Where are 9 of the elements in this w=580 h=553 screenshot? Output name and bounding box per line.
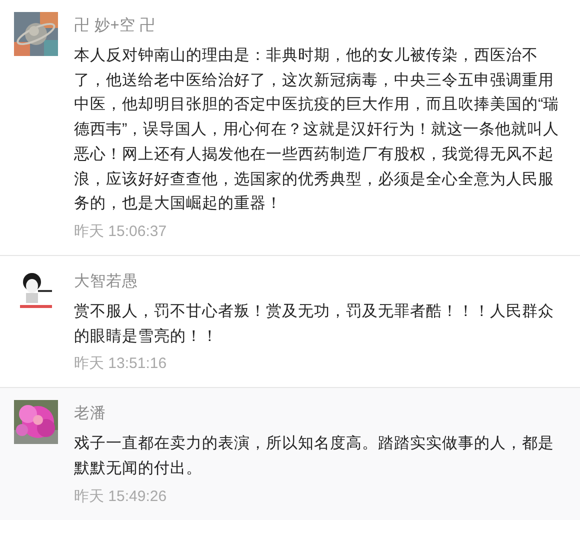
comment-text: 戏子一直都在卖力的表演，所以知名度高。踏踏实实做事的人，都是默默无闻的付出。 bbox=[74, 434, 555, 480]
commenter-name: 卍 妙+空 卍 bbox=[74, 16, 157, 36]
commenter-name: 大智若愚 bbox=[74, 272, 139, 292]
comment-time: 昨天 15:49:26 bbox=[74, 486, 168, 507]
comment-text: 本人反对钟南山的理由是：非典时期，他的女儿被传染，西医治不了，他送给老中医给治好了，这次新冠病毒，中央三令五申强调重用中医，他却明目张胆的否定中医抗疫的巨大作用，而且吹捧美国的“瑞德西韦”，误导国人，用心何在？这就是汉奸行为！就这一条他就叫人恶心！网上还有人揭发他在一些西药制造厂有股权，我觉得无风不起浪，应该好好查查他，选国家的优秀典型，必须是全心全意为人民服务的，也是大国崛起的重器！ bbox=[74, 46, 560, 214]
comment-text: 赏不服人，罚不甘心者叛！赏及无功，罚及无罪者酷！！！人民群众的眼睛是雪亮的！！ bbox=[74, 302, 555, 347]
commenter-name: 老潘 bbox=[74, 404, 107, 424]
comment-time: 昨天 15:06:37 bbox=[74, 222, 168, 242]
comment-time: 昨天 13:51:16 bbox=[74, 354, 168, 374]
